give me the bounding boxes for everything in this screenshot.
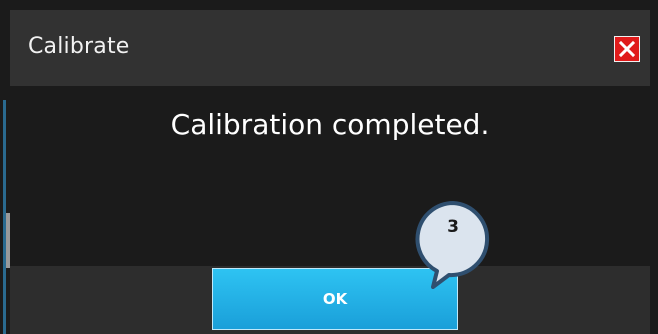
calibrate-dialog: Calibrate Calibration completed. OK [10,10,650,334]
screen: Calibrate Calibration completed. OK 3 [0,0,658,334]
step-number: 3 [447,217,459,237]
dialog-content: Calibration completed. [10,86,650,266]
step-callout: 3 [413,199,499,289]
background-frame-top [0,0,658,10]
dialog-message: Calibration completed. [170,108,490,141]
dialog-titlebar: Calibrate [10,10,650,86]
close-button[interactable] [614,36,640,62]
dialog-title: Calibrate [28,34,130,59]
close-icon [618,40,636,58]
background-frame-right [650,0,658,334]
